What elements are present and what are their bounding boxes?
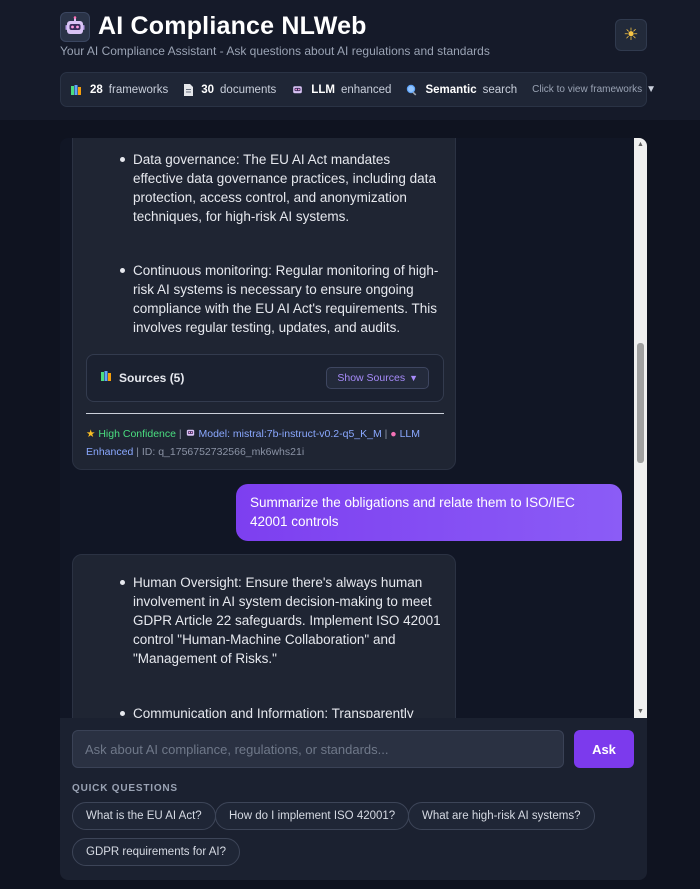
chat-scrollbar[interactable]: ▲ ▼ [634, 138, 647, 718]
list-item: Data governance: The EU AI Act mandates … [120, 150, 443, 226]
app-subtitle: Your AI Compliance Assistant - Ask quest… [60, 44, 490, 58]
question-input[interactable] [72, 730, 564, 768]
caret-down-icon: ▼ [646, 84, 657, 95]
list-item: Communication and Information: Transpare… [120, 704, 443, 718]
input-area: Ask QUICK QUESTIONS What is the EU AI Ac… [60, 718, 647, 880]
bullet-list: Human Oversight: Ensure there's always h… [120, 573, 443, 668]
caret-down-icon: ▼ [409, 373, 418, 383]
chat-messages: Data governance: The EU AI Act mandates … [60, 138, 634, 718]
robot-icon [185, 428, 199, 440]
robot-icon [60, 12, 90, 42]
magnifier-icon [406, 84, 418, 96]
view-frameworks-toggle[interactable]: Click to view frameworks ▼ [532, 84, 656, 95]
assistant-message: Data governance: The EU AI Act mandates … [72, 138, 456, 470]
show-sources-label: Show Sources [337, 372, 406, 384]
robot-icon [291, 83, 304, 96]
chat-panel[interactable]: Data governance: The EU AI Act mandates … [60, 138, 647, 718]
quick-question-chip[interactable]: GDPR requirements for AI? [72, 838, 240, 866]
view-frameworks-label: Click to view frameworks [532, 84, 643, 95]
stat-frameworks: 28 frameworks [71, 84, 168, 96]
llm-label: enhanced [340, 83, 392, 96]
message-meta: ★ High Confidence | Model: mistral:7b-in… [86, 428, 420, 458]
books-icon [71, 84, 83, 96]
scroll-down-arrow-icon[interactable]: ▼ [636, 707, 645, 716]
llm-strong: LLM [311, 83, 335, 96]
sources-label: Sources (5) [119, 371, 185, 385]
divider [86, 413, 444, 414]
app-title: AI Compliance NLWeb [98, 12, 367, 40]
bullet-list: Data governance: The EU AI Act mandates … [120, 150, 443, 226]
bullet-list: Continuous monitoring: Regular monitorin… [120, 261, 443, 337]
theme-toggle-button[interactable]: ☀ [615, 19, 647, 51]
bullet-list: Communication and Information: Transpare… [120, 704, 443, 718]
sources-panel: Sources (5) Show Sources ▼ [86, 354, 444, 402]
quick-question-chip[interactable]: What are high-risk AI systems? [408, 802, 595, 830]
message-id: ID: q_1756752732566_mk6whs21i [141, 446, 305, 458]
brain-icon: ● [390, 428, 397, 440]
frameworks-count: 28 [90, 83, 103, 96]
semantic-label: search [482, 83, 518, 96]
list-item: Human Oversight: Ensure there's always h… [120, 573, 443, 668]
stats-bar[interactable]: 28 frameworks 30 documents LLM enhanced … [60, 72, 656, 107]
list-item: Continuous monitoring: Regular monitorin… [120, 261, 443, 337]
scroll-up-arrow-icon[interactable]: ▲ [636, 140, 645, 149]
user-message: Summarize the obligations and relate the… [236, 484, 622, 541]
quick-questions-label: QUICK QUESTIONS [72, 783, 178, 794]
semantic-strong: Semantic [425, 83, 477, 96]
confidence-label: High Confidence [98, 428, 176, 440]
stat-semantic: Semantic search [406, 84, 517, 96]
books-icon [101, 369, 113, 387]
star-icon: ★ [86, 428, 96, 440]
stat-llm: LLM enhanced [291, 83, 391, 96]
quick-question-chip[interactable]: How do I implement ISO 42001? [215, 802, 410, 830]
quick-question-chip[interactable]: What is the EU AI Act? [72, 802, 216, 830]
documents-count: 30 [201, 83, 215, 96]
model-label: Model: mistral:7b-instruct-v0.2-q5_K_M [198, 428, 382, 440]
frameworks-label: frameworks [108, 83, 169, 96]
sun-icon: ☀ [623, 25, 639, 44]
ask-button[interactable]: Ask [574, 730, 634, 768]
header-bar: AI Compliance NLWeb Your AI Compliance A… [0, 0, 700, 120]
assistant-message: Human Oversight: Ensure there's always h… [72, 554, 456, 718]
show-sources-button[interactable]: Show Sources ▼ [326, 367, 429, 389]
scroll-thumb[interactable] [637, 343, 644, 463]
document-icon [183, 83, 194, 96]
stat-documents: 30 documents [183, 83, 277, 96]
documents-label: documents [220, 83, 277, 96]
